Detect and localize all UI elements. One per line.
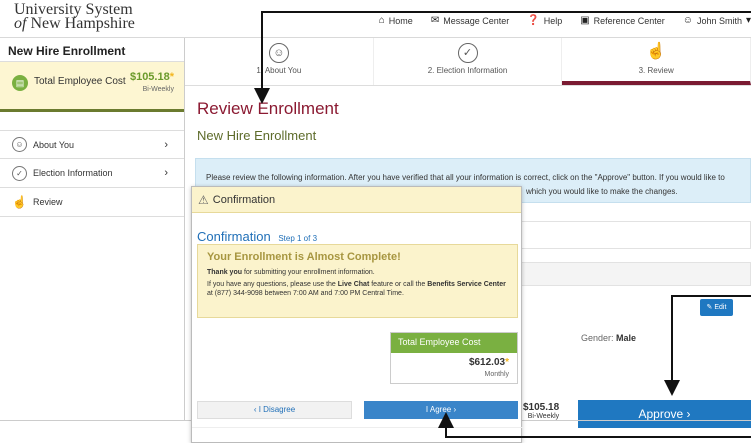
confirmation-dialog: ⚠ Confirmation Confirmation Step 1 of 3 … (191, 186, 523, 443)
page-title: Review Enrollment (197, 99, 339, 118)
thumbs-up-icon: ☝ (12, 195, 27, 209)
sidebar-cost-period: Bi-Weekly (142, 86, 174, 93)
star-icon: * (505, 357, 509, 368)
thank-you-text: Thank you for submitting your enrollment… (207, 269, 375, 276)
sidebar-item-election-information[interactable]: ✓ Election Information › (0, 159, 184, 188)
sidebar-title: New Hire Enrollment (0, 38, 184, 62)
instructions-text-2: which you would like to make the changes… (526, 187, 678, 196)
usnh-logo[interactable]: University System of New Hampshire (14, 2, 135, 32)
warning-icon: ⚠ (198, 192, 209, 207)
dialog-title: Confirmation (212, 193, 276, 206)
sidebar-item-about-you[interactable]: ☺ About You › (0, 130, 184, 159)
caret-down-icon: ▾ (745, 15, 751, 26)
agree-button[interactable]: I Agree › (364, 401, 518, 419)
dialog-header: ⚠ Confirmation (192, 187, 521, 213)
sidebar-cost-summary: ▤ Total Employee Cost $105.18* Bi-Weekly (0, 62, 184, 112)
step-review[interactable]: ☝ 3. Review (562, 38, 751, 85)
total-cost-label: Total Employee Cost (391, 333, 517, 353)
total-employee-cost-card: Total Employee Cost $612.03* Monthly (390, 332, 518, 384)
footer-cost: $105.18 Bi-Weekly (523, 402, 559, 420)
envelope-icon: ✉ (430, 15, 440, 26)
chevron-left-icon: ‹ (253, 405, 257, 414)
footer-cost-value: $105.18 (523, 402, 560, 413)
total-cost-value: $612.03 (468, 357, 506, 368)
thumbs-up-icon: ☝ (646, 43, 667, 60)
edit-button[interactable]: ✎ Edit (700, 299, 733, 316)
benefits-service-center: Benefits Service Center (427, 281, 506, 288)
almost-complete-box: Your Enrollment is Almost Complete! Than… (197, 244, 518, 318)
person-icon: ☺ (268, 43, 289, 63)
disagree-button[interactable]: ‹ I Disagree (197, 401, 352, 419)
questions-text: If you have any questions, please use th… (207, 281, 506, 297)
sidebar-cost-label: Total Employee Cost (34, 76, 126, 87)
instructions-text: Please review the following information.… (206, 173, 725, 182)
nav-user-menu[interactable]: ☺ John Smith ▾ (683, 15, 751, 26)
nav-home[interactable]: ⌂ Home (379, 15, 413, 26)
live-chat-link[interactable]: Live Chat (338, 281, 370, 288)
chevron-right-icon: › (453, 405, 457, 414)
sidebar-cost-value: $105.18 (129, 71, 170, 83)
top-nav: ⌂ Home ✉ Message Center ❓ Help ▣ Referen… (379, 15, 751, 26)
logo-line2: New Hampshire (30, 15, 135, 32)
home-icon: ⌂ (378, 15, 385, 26)
step-about-you[interactable]: ☺ 1. About You (185, 38, 374, 85)
check-circle-icon: ✓ (12, 165, 27, 181)
pencil-icon: ✎ (706, 304, 713, 311)
star-icon: * (169, 71, 174, 83)
dialog-footer-divider (192, 427, 523, 428)
check-circle-icon: ✓ (457, 43, 478, 63)
sidebar-item-review[interactable]: ☝ Review (0, 188, 184, 217)
dialog-step: Step 1 of 3 (278, 234, 318, 243)
sidebar: New Hire Enrollment ▤ Total Employee Cos… (0, 38, 185, 420)
nav-help[interactable]: ❓ Help (527, 15, 562, 26)
total-cost-period: Monthly (484, 371, 509, 378)
progress-steps: ☺ 1. About You ✓ 2. Election Information… (185, 38, 751, 86)
money-icon: ▤ (12, 75, 28, 91)
user-icon: ☺ (682, 15, 693, 26)
person-icon: ☺ (12, 137, 27, 152)
gender-value: Male (616, 333, 637, 343)
top-header: University System of New Hampshire ⌂ Hom… (0, 0, 751, 38)
nav-reference-center[interactable]: ▣ Reference Center (580, 15, 665, 26)
almost-complete-title: Your Enrollment is Almost Complete! (207, 251, 401, 263)
chevron-right-icon: › (164, 138, 168, 151)
gender-field: Gender: Male (581, 333, 637, 343)
footer-cost-period: Bi-Weekly (527, 413, 560, 420)
page-subtitle: New Hire Enrollment (197, 128, 317, 143)
chevron-right-icon: › (686, 407, 691, 421)
step-election-information[interactable]: ✓ 2. Election Information (374, 38, 563, 85)
chevron-right-icon: › (164, 167, 168, 179)
nav-message-center[interactable]: ✉ Message Center (431, 15, 509, 26)
approve-button[interactable]: Approve › (578, 400, 751, 428)
dialog-heading: Confirmation Step 1 of 3 (197, 229, 318, 244)
book-icon: ▣ (580, 15, 590, 26)
logo-of: of (14, 15, 27, 32)
help-icon: ❓ (527, 15, 540, 26)
